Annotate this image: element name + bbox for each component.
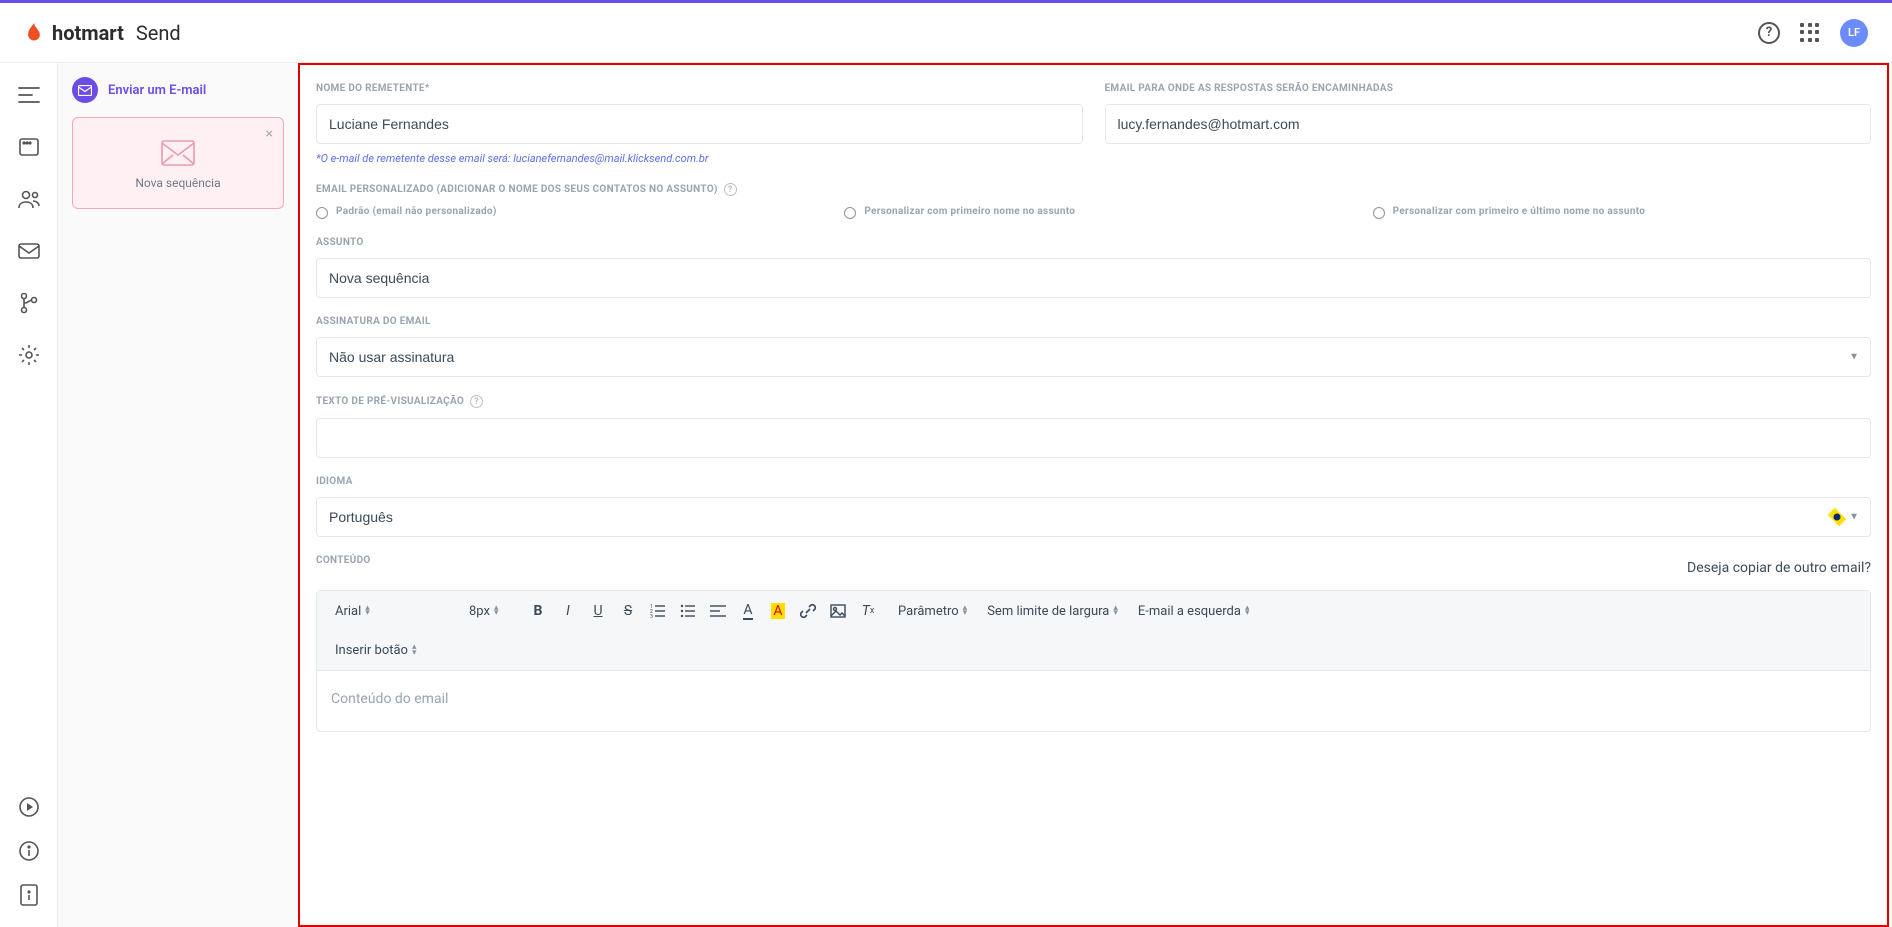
svg-text:3: 3 bbox=[650, 614, 653, 618]
preview-label: Texto de pré-visualização ? bbox=[316, 395, 1871, 408]
language-label: Idioma bbox=[316, 476, 1871, 487]
radio-default[interactable] bbox=[316, 207, 328, 219]
email-step-icon bbox=[72, 77, 98, 103]
insert-button-select[interactable]: Inserir botão▴▾ bbox=[327, 639, 425, 662]
clear-format-button[interactable]: Tx bbox=[855, 599, 881, 623]
personalization-radio-group: Padrão (email não personalizado) Persona… bbox=[316, 206, 1871, 219]
radio-default-label: Padrão (email não personalizado) bbox=[336, 206, 497, 217]
width-select[interactable]: Sem limite de largura▴▾ bbox=[979, 600, 1126, 623]
subject-label: Assunto bbox=[316, 237, 1871, 248]
email-form: Nome do Remetente* *O e-mail de remetent… bbox=[298, 63, 1889, 927]
signature-label: Assinatura do email bbox=[316, 316, 1871, 327]
align-button[interactable] bbox=[705, 599, 731, 623]
gear-icon[interactable] bbox=[17, 343, 41, 367]
avatar[interactable]: LF bbox=[1840, 19, 1868, 47]
bold-button[interactable]: B bbox=[525, 599, 551, 623]
text-color-button[interactable]: A bbox=[735, 599, 761, 623]
info-tooltip-icon[interactable]: ? bbox=[724, 183, 737, 196]
product-text: Send bbox=[136, 21, 181, 45]
strike-button[interactable]: S bbox=[615, 599, 641, 623]
envelope-icon bbox=[161, 140, 195, 166]
sender-name-input[interactable] bbox=[316, 104, 1083, 144]
preview-input[interactable] bbox=[316, 418, 1871, 458]
help-icon[interactable]: ? bbox=[1758, 22, 1780, 44]
apps-icon[interactable] bbox=[1800, 23, 1820, 43]
sender-hint: *O e-mail de remetente desse email será:… bbox=[316, 152, 1083, 165]
logo[interactable]: hotmart Send bbox=[24, 21, 181, 45]
play-icon[interactable] bbox=[17, 795, 41, 819]
copy-email-link[interactable]: Deseja copiar de outro email? bbox=[1687, 560, 1871, 576]
radio-first-name[interactable] bbox=[844, 207, 856, 219]
flame-icon bbox=[24, 21, 44, 45]
sequence-card-label: Nova sequência bbox=[135, 176, 220, 190]
menu-toggle-icon[interactable] bbox=[17, 83, 41, 107]
reply-email-input[interactable] bbox=[1105, 104, 1872, 144]
editor-toolbar: Arial▴▾ 8px▴▾ B I U S 123 A A Tx Parâmet… bbox=[317, 591, 1870, 671]
radio-full-label: Personalizar com primeiro e último nome … bbox=[1393, 206, 1646, 217]
reply-email-label: Email para onde as respostas serão encam… bbox=[1105, 83, 1872, 94]
signature-select[interactable] bbox=[316, 337, 1871, 377]
main-content: Enviar um E-mail × Nova sequência Nome d… bbox=[58, 63, 1892, 927]
ordered-list-button[interactable]: 123 bbox=[645, 599, 671, 623]
personalized-label: Email personalizado (adicionar o nome do… bbox=[316, 183, 1871, 196]
rich-text-editor: Arial▴▾ 8px▴▾ B I U S 123 A A Tx Parâmet… bbox=[316, 590, 1871, 732]
subject-input[interactable] bbox=[316, 258, 1871, 298]
image-button[interactable] bbox=[825, 599, 851, 623]
sequence-column: Enviar um E-mail × Nova sequência bbox=[58, 63, 298, 927]
editor-content[interactable]: Conteúdo do email bbox=[317, 671, 1870, 731]
underline-button[interactable]: U bbox=[585, 599, 611, 623]
radio-first-label: Personalizar com primeiro nome no assunt… bbox=[864, 206, 1075, 217]
info-tooltip-icon[interactable]: ? bbox=[470, 395, 483, 408]
font-family-select[interactable]: Arial▴▾ bbox=[327, 600, 457, 623]
contacts-icon[interactable] bbox=[17, 187, 41, 211]
parameter-select[interactable]: Parâmetro▴▾ bbox=[890, 600, 975, 623]
sender-name-label: Nome do Remetente* bbox=[316, 83, 1083, 94]
email-align-select[interactable]: E-mail a esquerda▴▾ bbox=[1130, 600, 1258, 623]
app-header: hotmart Send ? LF bbox=[0, 3, 1892, 63]
radio-full-name[interactable] bbox=[1373, 207, 1385, 219]
sidebar bbox=[0, 63, 58, 927]
unordered-list-button[interactable] bbox=[675, 599, 701, 623]
content-label: Conteúdo bbox=[316, 555, 371, 566]
sequence-header-label: Enviar um E-mail bbox=[108, 83, 206, 98]
font-size-select[interactable]: 8px▴▾ bbox=[461, 600, 521, 623]
link-button[interactable] bbox=[795, 599, 821, 623]
mail-icon[interactable] bbox=[17, 239, 41, 263]
info-icon[interactable] bbox=[17, 839, 41, 863]
language-select[interactable] bbox=[316, 497, 1871, 537]
window-icon[interactable] bbox=[17, 135, 41, 159]
sequence-card[interactable]: × Nova sequência bbox=[72, 117, 284, 209]
italic-button[interactable]: I bbox=[555, 599, 581, 623]
doc-info-icon[interactable] bbox=[17, 883, 41, 907]
branch-icon[interactable] bbox=[17, 291, 41, 315]
close-icon[interactable]: × bbox=[266, 126, 273, 142]
bg-color-button[interactable]: A bbox=[765, 599, 791, 623]
brand-text: hotmart bbox=[52, 21, 124, 45]
